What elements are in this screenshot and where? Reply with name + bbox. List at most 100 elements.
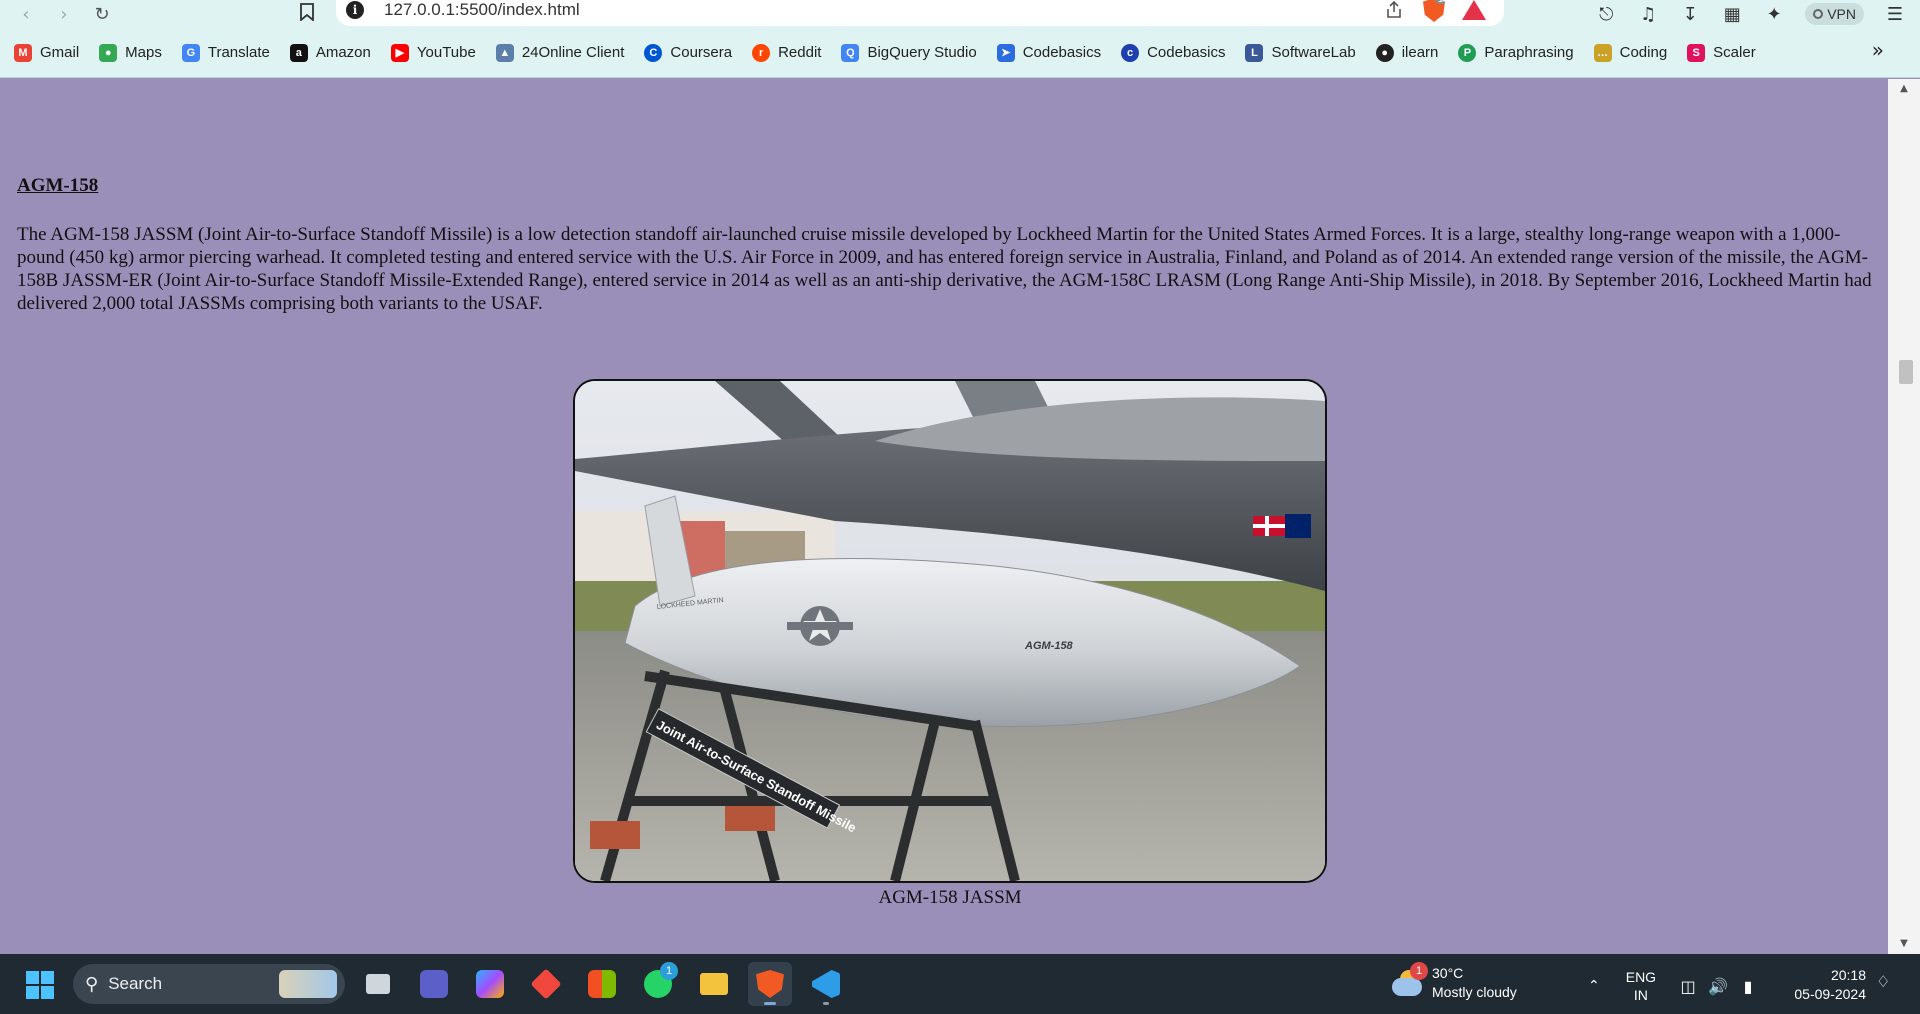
24online-icon: ▲ [495, 43, 514, 62]
bookmark-label: Codebasics [1147, 44, 1226, 61]
bookmark-softwarelab[interactable]: L SoftwareLab [1245, 38, 1356, 68]
paraphrasing-icon: P [1458, 43, 1477, 62]
reload-icon[interactable]: ↻ [90, 2, 114, 26]
whatsapp-icon[interactable]: 1 [636, 962, 680, 1006]
start-button-icon[interactable] [26, 971, 54, 999]
copilot-icon[interactable] [468, 962, 512, 1006]
bookmark-translate[interactable]: G Translate [181, 38, 270, 68]
bookmark-coding[interactable]: … Coding [1593, 38, 1668, 68]
browser-toolbar: ‹ › ↻ i 127.0.0.1:5500/index.html 14 ⎋ ♫… [0, 0, 1920, 28]
scroll-down-icon[interactable]: ▼ [1898, 938, 1910, 950]
share-icon[interactable] [1382, 0, 1406, 22]
extensions-icon[interactable]: ⎋ [1595, 3, 1617, 25]
leo-ai-icon[interactable]: ✦ [1763, 3, 1785, 25]
address-bar[interactable]: i 127.0.0.1:5500/index.html 14 [336, 0, 1504, 26]
more-bookmarks-icon[interactable]: » [1872, 38, 1884, 62]
scaler-icon: S [1687, 43, 1706, 62]
bookmark-label: Maps [125, 44, 162, 61]
teams-icon[interactable] [412, 962, 456, 1006]
bookmark-codebasics-2[interactable]: c Codebasics [1121, 38, 1225, 68]
downloads-icon[interactable]: ↧ [1679, 3, 1701, 25]
app-diamond-icon[interactable] [524, 962, 568, 1006]
media-icon[interactable]: ♫ [1637, 3, 1659, 25]
page-content: AGM-158 The AGM-158 JASSM (Joint Air-to-… [10, 79, 1888, 954]
youtube-icon: ▶ [390, 43, 409, 62]
brave-rewards-icon[interactable] [1462, 0, 1486, 22]
bookmark-ilearn[interactable]: ● ilearn [1375, 38, 1438, 68]
bookmark-scaler[interactable]: S Scaler [1687, 38, 1756, 68]
bookmark-label: BigQuery Studio [867, 44, 977, 61]
bookmark-reddit[interactable]: r Reddit [752, 38, 821, 68]
wallet-icon[interactable]: ▦ [1721, 3, 1743, 25]
bookmark-maps[interactable]: ● Maps [99, 38, 162, 68]
coding-icon: … [1593, 43, 1612, 62]
bookmark-label: YouTube [416, 44, 476, 61]
reddit-icon: r [752, 43, 771, 62]
vpn-status-icon [1813, 9, 1824, 19]
brave-browser-icon[interactable] [748, 962, 792, 1006]
bookmark-24online[interactable]: ▲ 24Online Client [495, 38, 625, 68]
amazon-icon: a [289, 43, 308, 62]
bookmark-amazon[interactable]: a Amazon [289, 38, 371, 68]
network-icon[interactable]: ◫ [1678, 977, 1698, 996]
page-scrollbar[interactable]: ▲ ▼ [1888, 79, 1920, 954]
show-hidden-icons-icon[interactable]: ⌃ [1588, 978, 1600, 994]
weather-widget[interactable]: 1 30°C Mostly cloudy [1390, 962, 1517, 1002]
forward-icon[interactable]: › [52, 2, 76, 26]
shields-count-badge: 14 [1435, 0, 1445, 4]
vscode-icon[interactable] [804, 962, 848, 1006]
bookmark-youtube[interactable]: ▶ YouTube [390, 38, 476, 68]
bookmark-page-icon[interactable] [294, 0, 320, 24]
coursera-icon: C [644, 43, 663, 62]
task-view-icon[interactable] [356, 962, 400, 1006]
scroll-up-icon[interactable]: ▲ [1898, 83, 1910, 95]
whatsapp-badge: 1 [660, 962, 678, 980]
brave-shields-icon[interactable]: 14 [1422, 0, 1446, 22]
bookmark-label: Gmail [40, 44, 80, 61]
maps-icon: ● [99, 43, 118, 62]
image-caption: AGM-158 JASSM [878, 887, 1022, 908]
search-label: Search [108, 974, 163, 993]
vpn-button[interactable]: VPN [1805, 3, 1864, 25]
clock-time: 20:18 [1830, 967, 1866, 983]
notifications-icon[interactable]: ♢ [1876, 972, 1890, 991]
bookmark-label: SoftwareLab [1271, 44, 1356, 61]
translate-icon: G [181, 43, 200, 62]
language-indicator[interactable]: ENG IN [1626, 968, 1656, 1004]
section-paragraph: The AGM-158 JASSM (Joint Air-to-Surface … [17, 224, 1872, 314]
bookmarks-bar: M Gmail ● Maps G Translate a Amazon ▶ YouTube… [0, 28, 1920, 78]
bookmark-paraphrasing[interactable]: P Paraphrasing [1458, 38, 1574, 68]
missile-label-text: AGM-158 [1024, 640, 1074, 652]
battery-icon[interactable]: ▮ [1738, 977, 1758, 996]
bookmark-gmail[interactable]: M Gmail [14, 38, 79, 68]
bookmark-label: 24Online Client [521, 44, 625, 61]
partly-cloudy-icon: 1 [1390, 962, 1428, 1000]
menu-icon[interactable]: ☰ [1884, 3, 1906, 25]
bookmark-coursera[interactable]: C Coursera [644, 38, 732, 68]
bookmark-bigquery[interactable]: Q BigQuery Studio [841, 38, 977, 68]
ilearn-icon: ● [1375, 43, 1394, 62]
temperature: 30°C [1432, 965, 1464, 981]
scroll-thumb[interactable] [1899, 360, 1913, 384]
volume-icon[interactable]: 🔊 [1708, 977, 1728, 996]
missile-photo: LOCKHEED MARTIN AGM-158 Joint Air-to-Sur… [575, 381, 1325, 881]
softwarelab-icon: L [1245, 43, 1264, 62]
file-explorer-icon[interactable] [692, 962, 736, 1006]
page-viewport: AGM-158 The AGM-158 JASSM (Joint Air-to-… [0, 79, 1920, 954]
bookmark-label: Amazon [315, 44, 371, 61]
language-code: ENG [1625, 969, 1657, 985]
url-text[interactable]: 127.0.0.1:5500/index.html [384, 0, 580, 20]
site-info-icon[interactable]: i [346, 1, 364, 19]
windows-taskbar: ⚲ Search 1 1 30°C Mostly cloudy ⌃ ENG IN… [0, 954, 1920, 1014]
clock[interactable]: 20:18 05-09-2024 [1782, 966, 1866, 1004]
weather-badge: 1 [1410, 962, 1428, 980]
bookmark-label: Coding [1619, 44, 1668, 61]
clock-date: 05-09-2024 [1794, 986, 1866, 1002]
bookmark-label: Scaler [1713, 44, 1756, 61]
bookmark-codebasics-1[interactable]: ➤ Codebasics [996, 38, 1101, 68]
bookmark-label: Reddit [778, 44, 822, 61]
microsoft-store-icon[interactable] [580, 962, 624, 1006]
bigquery-icon: Q [841, 43, 860, 62]
back-icon[interactable]: ‹ [14, 2, 38, 26]
taskbar-search[interactable]: ⚲ Search [73, 964, 345, 1004]
